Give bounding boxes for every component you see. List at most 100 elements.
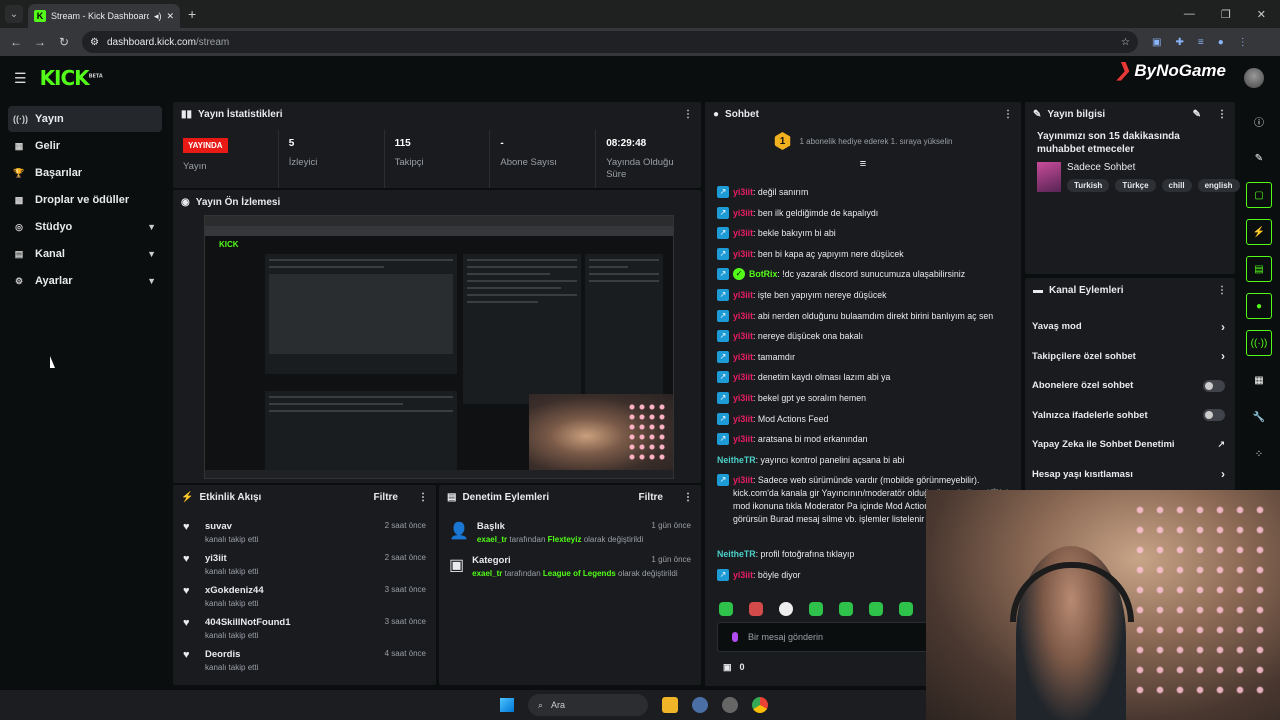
kick-logo[interactable]: KICKBETA bbox=[40, 66, 103, 90]
wrench-icon[interactable]: 🔧 bbox=[1246, 404, 1272, 430]
windows-start-icon[interactable] bbox=[500, 698, 514, 712]
activity-item: ♥ 404SkillNotFound1 kanalı takip etti 3 saa… bbox=[183, 617, 426, 640]
app-icon[interactable] bbox=[692, 697, 708, 713]
media-icon[interactable]: ≡ bbox=[1198, 37, 1204, 48]
sidebar-item-droplar[interactable]: ▩ Droplar ve ödüller bbox=[8, 187, 162, 213]
stat-uptime: 08:29:48 Yayında Olduğu Süre bbox=[606, 138, 674, 180]
sidebar-item-yayin[interactable]: ((·)) Yayın bbox=[8, 106, 162, 132]
search-icon: ⌕ bbox=[538, 699, 544, 710]
translate-icon[interactable]: ▣ bbox=[1152, 37, 1161, 48]
obs-icon[interactable] bbox=[722, 697, 738, 713]
grid-icon[interactable]: ▦ bbox=[1246, 367, 1272, 393]
stream-preview-video[interactable]: KICK bbox=[204, 215, 674, 479]
notes-icon[interactable]: ▤ bbox=[1246, 256, 1272, 282]
activity-filter-button[interactable]: Filtre bbox=[374, 492, 398, 503]
chat-message: ↗ yi3iit: değil sanırım bbox=[705, 184, 1021, 205]
emote-icon[interactable] bbox=[809, 602, 823, 616]
address-bar[interactable]: ⚙ dashboard.kick.com/stream ☆ bbox=[82, 31, 1138, 53]
broadcast-icon[interactable]: ((·)) bbox=[1246, 330, 1272, 356]
emote-icon[interactable] bbox=[899, 602, 913, 616]
bolt-icon: ▬ bbox=[1033, 284, 1043, 296]
activity-item: ♥ yi3iit kanalı takip etti 2 saat önce bbox=[183, 553, 426, 576]
url-host: dashboard.kick.com bbox=[106, 36, 196, 48]
speaker-icon[interactable]: ◂) bbox=[154, 11, 162, 22]
menu-icon[interactable]: ⋮ bbox=[1238, 37, 1248, 48]
close-window-icon[interactable]: ✕ bbox=[1257, 8, 1266, 21]
new-tab-icon[interactable]: + bbox=[188, 6, 196, 22]
slow-mode-item[interactable]: Yavaş mod › bbox=[1025, 312, 1235, 342]
channel-actions-menu-icon[interactable]: ⋮ bbox=[1217, 285, 1227, 296]
subscribers-only-toggle[interactable] bbox=[1203, 379, 1225, 392]
more-icon[interactable]: ⁘ bbox=[1246, 441, 1272, 467]
mic-icon[interactable] bbox=[732, 632, 738, 642]
mod-menu-icon[interactable]: ⋮ bbox=[683, 492, 693, 503]
reload-icon[interactable]: ↻ bbox=[52, 35, 76, 49]
chat-icon[interactable]: ● bbox=[1246, 293, 1272, 319]
stats-menu-icon[interactable]: ⋮ bbox=[683, 109, 693, 120]
badge-icon: ↗ bbox=[717, 330, 729, 343]
sidebar-item-ayarlar[interactable]: ⚙ Ayarlar ▼ bbox=[8, 268, 162, 294]
emote-icon[interactable] bbox=[719, 602, 733, 616]
badge-icon: ↗ bbox=[717, 268, 729, 281]
info-icon[interactable]: ⓘ bbox=[1246, 108, 1272, 134]
bookmark-star-icon[interactable]: ☆ bbox=[1121, 37, 1130, 48]
user-edit-icon: 👤 bbox=[449, 523, 469, 540]
stream-info-menu-icon[interactable]: ⋮ bbox=[1217, 109, 1227, 120]
badge-icon: ↗ bbox=[717, 206, 729, 219]
mod-title: Denetim Eylemleri bbox=[462, 491, 550, 503]
mini-kick-logo: KICK bbox=[219, 240, 239, 249]
user-avatar[interactable] bbox=[1244, 68, 1264, 88]
followers-only-item[interactable]: Takipçilere özel sohbet › bbox=[1025, 342, 1235, 372]
maximize-icon[interactable]: ❐ bbox=[1221, 8, 1231, 21]
activity-title: Etkinlik Akışı bbox=[199, 491, 262, 503]
profile-icon[interactable]: ● bbox=[1218, 37, 1224, 48]
live-badge: YAYINDA bbox=[183, 138, 228, 153]
minimize-icon[interactable]: — bbox=[1184, 8, 1195, 21]
lightning-icon[interactable]: ⚡ bbox=[1246, 219, 1272, 245]
browser-tab[interactable]: K Stream - Kick Dashboard ◂) ✕ bbox=[28, 4, 180, 28]
stat-subscribers: - Abone Sayısı bbox=[490, 130, 597, 188]
revenue-icon: ▦ bbox=[14, 140, 24, 151]
site-info-icon[interactable]: ⚙ bbox=[90, 37, 99, 48]
sidebar-item-studyo[interactable]: ◎ Stüdyo ▼ bbox=[8, 214, 162, 240]
emote-icon[interactable] bbox=[869, 602, 883, 616]
activity-item: ♥ suvav kanalı takip etti 2 saat önce bbox=[183, 521, 426, 544]
account-age-item[interactable]: Hesap yaşı kısıtlaması › bbox=[1025, 460, 1235, 490]
forward-icon[interactable]: → bbox=[28, 35, 52, 49]
back-icon[interactable]: ← bbox=[4, 35, 28, 49]
bot-badge-icon: ✓ bbox=[733, 268, 745, 281]
activity-menu-icon[interactable]: ⋮ bbox=[418, 492, 428, 503]
gear-icon: ⚙ bbox=[14, 275, 24, 286]
tab-title: Stream - Kick Dashboard bbox=[51, 11, 149, 21]
extensions-icon[interactable]: ✚ bbox=[1175, 37, 1183, 48]
chat-message: ↗ yi3iit: işte ben yapıyım nereye düşücek bbox=[705, 287, 1021, 308]
emote-icon[interactable] bbox=[749, 602, 763, 616]
badge-icon: ↗ bbox=[717, 391, 729, 404]
bynogame-watermark: ❯ ByNoGame bbox=[1115, 60, 1226, 80]
sidebar-item-kanal[interactable]: ▤ Kanal ▼ bbox=[8, 241, 162, 267]
chat-menu-icon[interactable]: ⋮ bbox=[1003, 109, 1013, 120]
taskbar-search[interactable]: ⌕ Ara bbox=[528, 694, 648, 716]
gift-leaderboard[interactable]: 11 abonelik hediye ederek 1. sıraya yüks… bbox=[705, 126, 1021, 156]
hamburger-menu-icon[interactable]: ☰ bbox=[14, 70, 27, 87]
tab-search-icon[interactable]: ⌄ bbox=[5, 5, 23, 23]
chrome-icon[interactable] bbox=[752, 697, 768, 713]
edit-icon[interactable]: ✎ bbox=[1193, 109, 1201, 120]
wrench-icon: ✎ bbox=[1033, 108, 1042, 120]
emotes-only-toggle[interactable] bbox=[1203, 409, 1225, 422]
ai-moderation-item[interactable]: Yapay Zeka ile Sohbet Denetimi ↗ bbox=[1025, 430, 1235, 460]
pencil-icon[interactable]: ✎ bbox=[1246, 145, 1272, 171]
collapse-icon[interactable]: ≡ bbox=[705, 158, 1021, 170]
gift-icon: ▩ bbox=[14, 194, 24, 205]
sidebar-item-gelir[interactable]: ▦ Gelir bbox=[8, 133, 162, 159]
emote-icon[interactable] bbox=[839, 602, 853, 616]
emote-icon[interactable] bbox=[779, 602, 793, 616]
chat-points[interactable]: ▣ 0 bbox=[723, 662, 745, 673]
tab-close-icon[interactable]: ✕ bbox=[166, 11, 174, 22]
sidebar-item-basarilar[interactable]: 🏆 Başarılar bbox=[8, 160, 162, 186]
stream-title-text: Yayınımızı son 15 dakikasında muhabbet e… bbox=[1037, 131, 1180, 155]
file-explorer-icon[interactable] bbox=[662, 697, 678, 713]
mod-filter-button[interactable]: Filtre bbox=[639, 492, 663, 503]
clip-icon[interactable]: ▢ bbox=[1246, 182, 1272, 208]
channel-actions-title: Kanal Eylemleri bbox=[1049, 284, 1124, 296]
